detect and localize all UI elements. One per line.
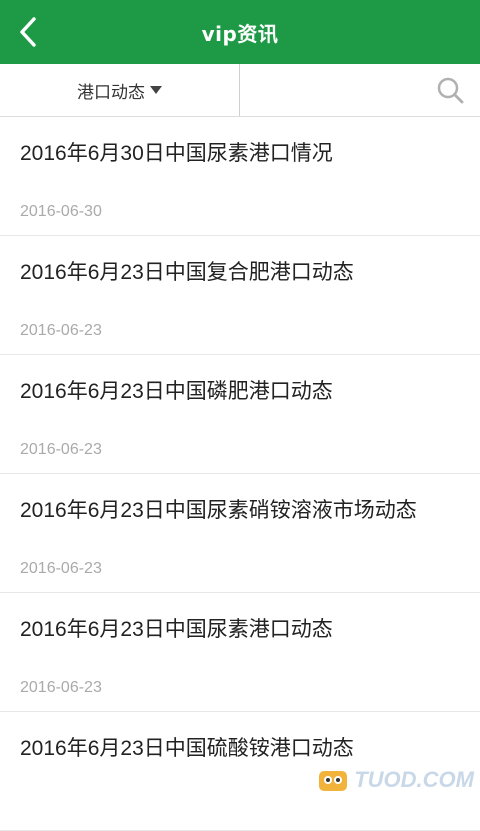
robot-icon xyxy=(319,771,348,791)
article-title: 2016年6月23日中国尿素硝铵溶液市场动态 xyxy=(20,499,417,522)
category-label: 港口动态 xyxy=(77,82,145,103)
app-header: vip资讯 xyxy=(0,0,480,64)
article-title: 2016年6月30日中国尿素港口情况 xyxy=(20,142,333,165)
category-dropdown[interactable]: 港口动态 xyxy=(0,64,240,116)
article-date: 2016-06-23 xyxy=(20,560,102,577)
article-title: 2016年6月23日中国复合肥港口动态 xyxy=(20,261,354,284)
back-button[interactable] xyxy=(12,16,44,48)
list-item[interactable]: 2016年6月30日中国尿素港口情况 2016-06-30 xyxy=(0,117,480,236)
list-item[interactable]: 2016年6月23日中国尿素硝铵溶液市场动态 2016-06-23 xyxy=(0,474,480,593)
article-list: 2016年6月30日中国尿素港口情况 2016-06-30 2016年6月23日… xyxy=(0,117,480,831)
article-title: 2016年6月23日中国尿素港口动态 xyxy=(20,618,333,641)
filter-bar: 港口动态 xyxy=(0,64,480,117)
watermark-logo: TUOD.COM xyxy=(314,764,474,796)
watermark-text: TUOD.COM xyxy=(354,767,474,792)
article-date: 2016-06-23 xyxy=(20,441,102,458)
article-title: 2016年6月23日中国硫酸铵港口动态 xyxy=(20,737,354,760)
list-item[interactable]: 2016年6月23日中国尿素港口动态 2016-06-23 xyxy=(0,593,480,712)
dropdown-caret-icon xyxy=(150,86,162,94)
article-date: 2016-06-30 xyxy=(20,203,102,220)
article-date: 2016-06-23 xyxy=(20,322,102,339)
search-icon[interactable] xyxy=(436,76,464,104)
page-title: vip资讯 xyxy=(201,21,279,46)
article-title: 2016年6月23日中国磷肥港口动态 xyxy=(20,380,333,403)
article-date: 2016-06-23 xyxy=(20,679,102,696)
list-item[interactable]: 2016年6月23日中国复合肥港口动态 2016-06-23 xyxy=(0,236,480,355)
search-area xyxy=(240,64,480,116)
list-item[interactable]: 2016年6月23日中国磷肥港口动态 2016-06-23 xyxy=(0,355,480,474)
chevron-left-icon xyxy=(20,17,36,47)
